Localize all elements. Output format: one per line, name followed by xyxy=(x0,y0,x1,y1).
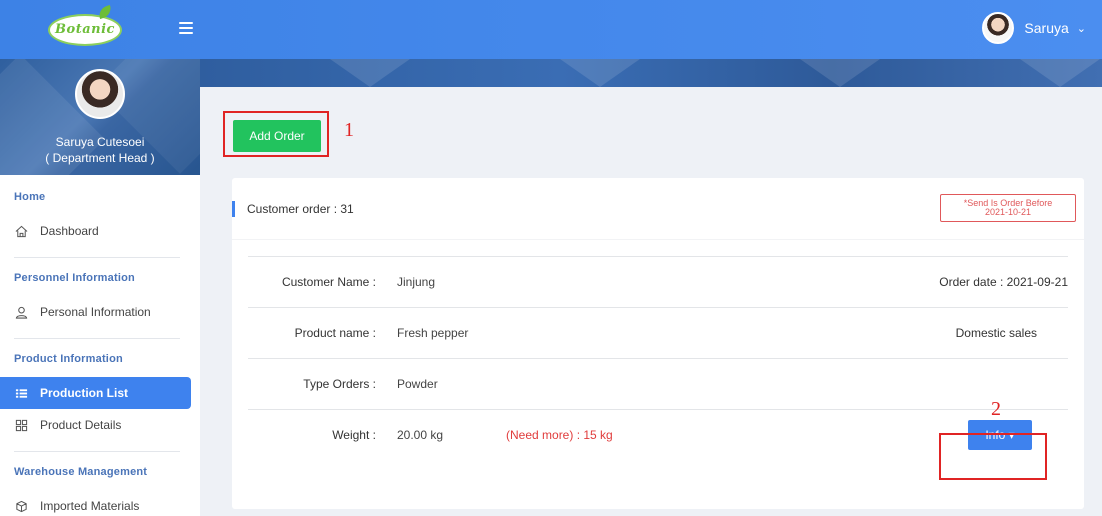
type-orders-label: Type Orders : xyxy=(303,377,376,391)
section-title-warehouse: Warehouse Management xyxy=(14,466,148,478)
sidebar-item-label: Imported Materials xyxy=(40,499,140,513)
need-more-text: (Need more) : 15 kg xyxy=(506,428,613,442)
product-name-value: Fresh pepper xyxy=(397,326,469,340)
order-date: Order date : 2021-09-21 xyxy=(939,275,1068,289)
brand: Botanic xyxy=(0,0,200,59)
sidebar-item-label: Product Details xyxy=(40,418,122,432)
section-title-personnel: Personnel Information xyxy=(14,272,135,284)
sidebar-item-label: Production List xyxy=(40,386,128,400)
sidebar-item-product-details[interactable]: Product Details xyxy=(0,409,200,441)
user-avatar xyxy=(982,12,1015,44)
user-icon xyxy=(14,305,28,319)
accent-bar xyxy=(232,200,235,217)
profile-name: Saruya Cutesoei xyxy=(55,135,145,149)
sidebar-item-imported-materials[interactable]: Imported Materials xyxy=(0,490,200,516)
order-card-header: Customer order : 31 *Send Is Order Befor… xyxy=(232,178,1084,240)
header-banner xyxy=(200,59,1102,87)
top-bar: Botanic Saruya ⌄ xyxy=(0,0,1102,59)
divider xyxy=(14,451,180,452)
badge-line-2: 2021-10-21 xyxy=(984,207,1032,217)
logo-text: Botanic xyxy=(55,22,115,37)
sidebar-item-personal-information[interactable]: Personal Information xyxy=(0,296,200,328)
sidebar-item-production-list[interactable]: Production List xyxy=(0,377,191,409)
deadline-badge: *Send Is Order Before 2021-10-21 xyxy=(940,194,1076,222)
annotation-box-2 xyxy=(939,433,1047,480)
section-title-home: Home xyxy=(14,191,46,203)
detail-row-product: Product name : Fresh pepper Domestic sal… xyxy=(248,307,1068,358)
detail-row-customer: Customer Name : Jinjung Order date : 202… xyxy=(248,256,1068,307)
leaf-icon xyxy=(96,4,114,19)
order-details: Customer Name : Jinjung Order date : 202… xyxy=(232,240,1084,460)
profile-panel: Saruya Cutesoei ( Department Head ) xyxy=(0,59,200,175)
home-icon xyxy=(14,224,28,238)
user-menu[interactable]: Saruya ⌄ xyxy=(982,12,1086,44)
annotation-number-2: 2 xyxy=(991,398,1001,420)
annotation-number-1: 1 xyxy=(344,119,354,141)
section-title-product: Product Information xyxy=(14,353,123,365)
customer-name-value: Jinjung xyxy=(397,275,436,289)
hamburger-menu-icon[interactable] xyxy=(179,22,193,34)
sidebar-item-label: Dashboard xyxy=(40,224,99,238)
sidebar-item-dashboard[interactable]: Dashboard xyxy=(0,215,200,247)
add-order-button[interactable]: Add Order xyxy=(233,120,321,152)
grid-icon xyxy=(14,418,28,432)
customer-name-label: Customer Name : xyxy=(281,275,376,289)
main-content: 1 Add Order Customer order : 31 *Send Is… xyxy=(200,59,1102,516)
weight-label: Weight : xyxy=(332,428,376,442)
sidebar-item-label: Personal Information xyxy=(40,305,151,319)
profile-avatar xyxy=(75,69,125,119)
order-title: Customer order : 31 xyxy=(247,201,354,216)
sales-type: Domestic sales xyxy=(955,326,1037,340)
divider xyxy=(14,257,180,258)
divider xyxy=(14,338,180,339)
botanic-logo[interactable]: Botanic xyxy=(48,4,122,46)
type-orders-value: Powder xyxy=(397,377,438,391)
weight-value: 20.00 kg xyxy=(397,428,444,442)
list-icon xyxy=(14,386,28,400)
sidebar-menu: Home Dashboard Personnel Information Per… xyxy=(0,175,200,516)
sidebar: Saruya Cutesoei ( Department Head ) Home… xyxy=(0,59,200,516)
box-icon xyxy=(14,499,28,513)
product-name-label: Product name : xyxy=(294,326,376,340)
detail-row-type: Type Orders : Powder xyxy=(248,358,1068,409)
profile-role: ( Department Head ) xyxy=(45,151,155,165)
user-name: Saruya xyxy=(1024,20,1069,36)
chevron-down-icon: ⌄ xyxy=(1076,22,1086,35)
